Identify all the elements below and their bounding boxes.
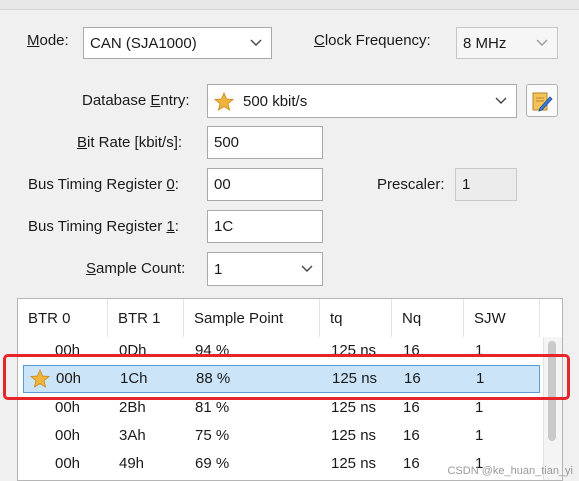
column-header-btr1[interactable]: BTR 1 [108, 299, 184, 337]
btr1-label: Bus Timing Register 1: [28, 218, 179, 235]
table-row[interactable]: 00h 2Bh 81 % 125 ns 16 1 [18, 395, 562, 423]
btr1-input[interactable]: 1C [207, 210, 323, 243]
prescaler-field: 1 [455, 168, 517, 201]
table-row[interactable]: 00h 0Dh 94 % 125 ns 16 1 [18, 337, 562, 365]
column-header-tq[interactable]: tq [320, 299, 392, 337]
table-cell: 125 ns [332, 370, 378, 387]
chevron-down-icon [495, 97, 507, 104]
chevron-down-icon [301, 265, 313, 272]
table-cell: 3Ah [119, 427, 146, 444]
column-header-btr0[interactable]: BTR 0 [18, 299, 108, 337]
table-row[interactable]: 00h 3Ah 75 % 125 ns 16 1 [18, 423, 562, 451]
star-icon [30, 369, 50, 388]
table-cell: 88 % [196, 370, 231, 387]
edit-icon [532, 92, 553, 112]
table-cell: 1 [475, 342, 484, 359]
bit-rate-input[interactable]: 500 [207, 126, 323, 159]
table-cell: 16 [403, 427, 420, 444]
table-cell: 16 [404, 370, 421, 387]
mode-value: CAN (SJA1000) [90, 34, 197, 52]
sample-count-label: Sample Count: [86, 260, 186, 277]
table-cell: 16 [403, 342, 420, 359]
table-row-selected[interactable]: 00h 1Ch 88 % 125 ns 16 1 [23, 365, 540, 393]
table-cell: 00h [56, 370, 82, 387]
sample-count-dropdown[interactable]: 1 [207, 252, 323, 286]
prescaler-label: Prescaler: [377, 176, 445, 193]
table-cell: 16 [403, 455, 420, 472]
table-cell: 81 % [195, 399, 230, 416]
star-icon [214, 91, 234, 111]
mode-label: Mode: [27, 32, 69, 49]
column-header-sjw[interactable]: SJW [464, 299, 540, 337]
table-cell: 1 [475, 427, 484, 444]
table-cell: 49h [119, 455, 145, 472]
edit-database-button[interactable] [526, 84, 558, 117]
table-cell: 0Dh [119, 342, 147, 359]
table-cell: 125 ns [331, 427, 377, 444]
table-cell: 00h [55, 342, 81, 359]
clock-frequency-label: Clock Frequency: [314, 32, 431, 49]
table-cell: 1 [475, 399, 484, 416]
database-entry-label: Database Entry: [82, 92, 190, 109]
watermark: CSDN @ke_huan_tian_yi [447, 465, 573, 477]
table-cell: 1Ch [120, 370, 148, 387]
clock-frequency-dropdown[interactable]: 8 MHz [456, 27, 558, 59]
bit-timing-table[interactable]: BTR 0 BTR 1 Sample Point tq Nq SJW 00h 0… [17, 298, 563, 481]
btr0-input[interactable]: 00 [207, 168, 323, 201]
mode-dropdown[interactable]: CAN (SJA1000) [83, 27, 272, 59]
table-cell: 94 % [195, 342, 230, 359]
table-cell: 1 [476, 370, 485, 387]
table-cell: 00h [55, 455, 81, 472]
table-cell: 125 ns [331, 455, 377, 472]
clock-frequency-value: 8 MHz [463, 34, 507, 52]
table-scrollbar[interactable] [543, 337, 562, 480]
column-header-nq[interactable]: Nq [392, 299, 464, 337]
sample-count-value: 1 [214, 260, 223, 278]
chevron-down-icon [250, 39, 262, 46]
bit-rate-label: Bit Rate [kbit/s]: [77, 134, 183, 151]
table-cell: 75 % [195, 427, 230, 444]
table-cell: 00h [55, 427, 81, 444]
table-cell: 2Bh [119, 399, 146, 416]
chevron-down-icon [536, 39, 548, 46]
table-cell: 16 [403, 399, 420, 416]
table-cell: 125 ns [331, 399, 377, 416]
column-header-sample-point[interactable]: Sample Point [184, 299, 320, 337]
database-entry-dropdown[interactable]: 500 kbit/s [207, 84, 517, 118]
top-tab-strip [0, 0, 579, 10]
scrollbar-thumb[interactable] [548, 341, 556, 441]
database-entry-value: 500 kbit/s [243, 92, 308, 110]
table-cell: 00h [55, 399, 81, 416]
table-cell: 69 % [195, 455, 230, 472]
btr0-label: Bus Timing Register 0: [28, 176, 179, 193]
table-cell: 125 ns [331, 342, 377, 359]
